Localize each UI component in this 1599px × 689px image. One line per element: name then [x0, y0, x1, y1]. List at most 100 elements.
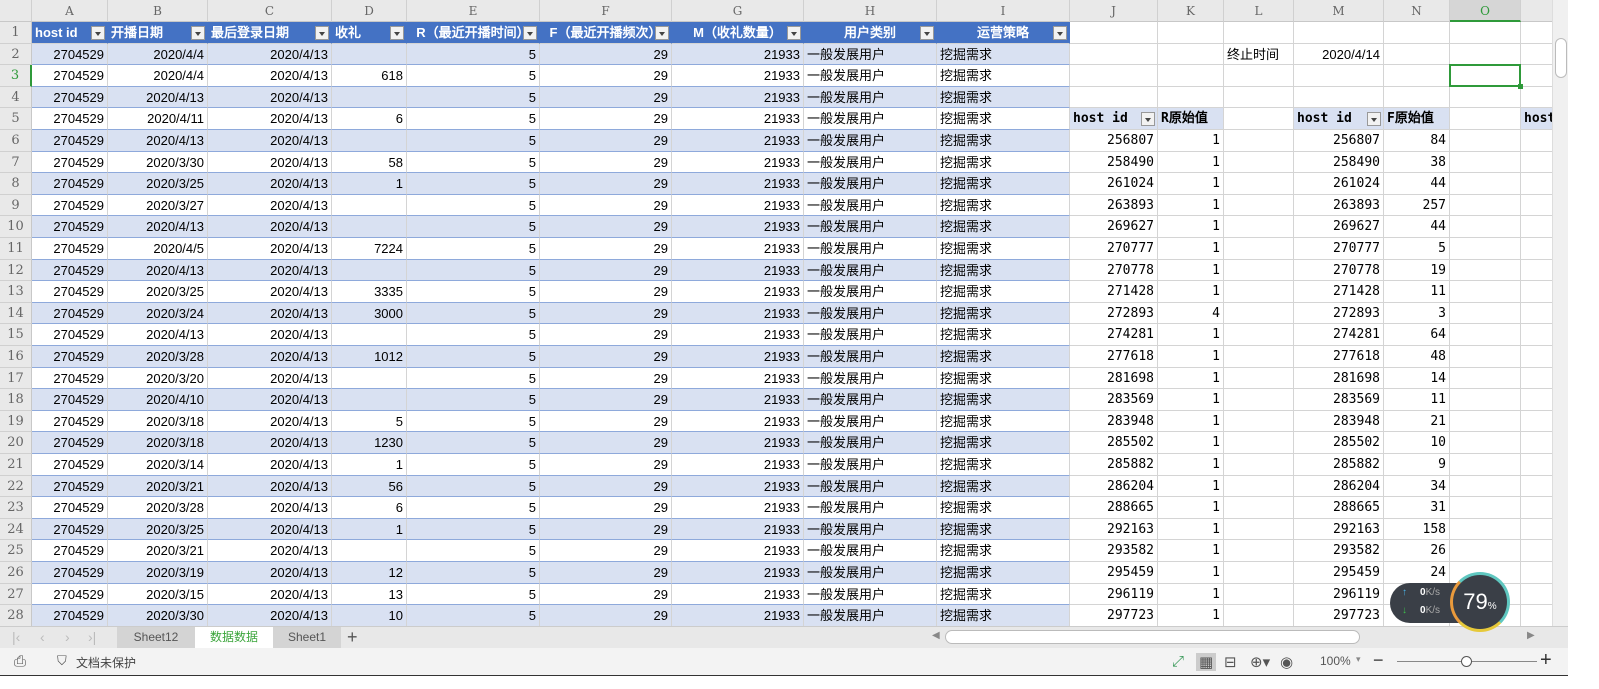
- cell[interactable]: [1224, 65, 1294, 87]
- f-table-id-cell[interactable]: 285502: [1294, 432, 1384, 454]
- table-cell[interactable]: 2020/4/13: [208, 432, 332, 454]
- table-cell[interactable]: 挖掘需求: [937, 259, 1070, 282]
- f-table-value-cell[interactable]: 11: [1384, 389, 1450, 411]
- table-cell[interactable]: [332, 324, 407, 346]
- cell[interactable]: [1521, 476, 1552, 498]
- table-cell[interactable]: [332, 259, 407, 282]
- table-cell[interactable]: 一般发展用户: [804, 302, 937, 325]
- row-header-24[interactable]: 24: [0, 518, 32, 541]
- cell[interactable]: [1521, 152, 1552, 174]
- cell[interactable]: [1450, 259, 1521, 282]
- table-cell[interactable]: 2020/4/13: [208, 130, 332, 152]
- row-header-28[interactable]: 28: [0, 605, 32, 626]
- table-cell[interactable]: 5: [407, 194, 540, 217]
- table-cell[interactable]: 5: [407, 562, 540, 584]
- cell[interactable]: [1450, 432, 1521, 454]
- add-sheet-button[interactable]: +: [347, 627, 358, 648]
- table-cell[interactable]: 29: [540, 367, 672, 390]
- table-cell[interactable]: 21933: [672, 518, 804, 541]
- f-table-id-cell[interactable]: 296119: [1294, 583, 1384, 606]
- f-table-id-cell[interactable]: 286204: [1294, 475, 1384, 498]
- table-cell[interactable]: 5: [407, 151, 540, 174]
- table-cell[interactable]: 2704529: [32, 151, 108, 174]
- cell[interactable]: [1224, 238, 1294, 260]
- cell[interactable]: [1294, 65, 1384, 87]
- table-cell[interactable]: 挖掘需求: [937, 238, 1070, 260]
- column-header-l[interactable]: L: [1224, 0, 1294, 22]
- table-cell[interactable]: 2704529: [32, 86, 108, 109]
- table-cell[interactable]: 5: [407, 540, 540, 562]
- f-table-id-cell[interactable]: 258490: [1294, 151, 1384, 174]
- table-cell[interactable]: 2020/4/13: [108, 324, 208, 346]
- cell[interactable]: [1450, 173, 1521, 195]
- r-table-id-cell[interactable]: 270777: [1070, 238, 1158, 260]
- next-sheet-icon[interactable]: ›: [65, 629, 70, 645]
- cell[interactable]: [1224, 194, 1294, 217]
- filter-dropdown-icon[interactable]: [390, 26, 404, 40]
- row-header-16[interactable]: 16: [0, 346, 32, 368]
- cell[interactable]: [1224, 367, 1294, 390]
- cell[interactable]: [1224, 410, 1294, 433]
- table-cell[interactable]: 29: [540, 130, 672, 152]
- table-cell[interactable]: 2020/4/4: [108, 43, 208, 66]
- table-cell[interactable]: 5: [407, 43, 540, 66]
- table-cell[interactable]: 2020/3/21: [108, 475, 208, 498]
- table-cell[interactable]: 2704529: [32, 216, 108, 238]
- cell[interactable]: [1224, 518, 1294, 541]
- row-header-14[interactable]: 14: [0, 302, 32, 325]
- f-table-id-cell[interactable]: 283569: [1294, 389, 1384, 411]
- cell[interactable]: [1521, 324, 1552, 346]
- table-cell[interactable]: 29: [540, 43, 672, 66]
- table-cell[interactable]: [332, 194, 407, 217]
- cell[interactable]: [1521, 346, 1552, 368]
- table-cell[interactable]: 21933: [672, 43, 804, 66]
- table-cell[interactable]: 6: [332, 108, 407, 130]
- cell[interactable]: [1224, 346, 1294, 368]
- f-table-value-cell[interactable]: 44: [1384, 216, 1450, 238]
- f-table-id-cell[interactable]: 274281: [1294, 324, 1384, 346]
- table-cell[interactable]: 29: [540, 238, 672, 260]
- table-cell[interactable]: 2020/3/21: [108, 540, 208, 562]
- prev-sheet-icon[interactable]: ‹: [40, 629, 45, 645]
- table-cell[interactable]: 2704529: [32, 454, 108, 476]
- r-table-id-cell[interactable]: 295459: [1070, 562, 1158, 584]
- table-cell[interactable]: 2020/4/13: [208, 562, 332, 584]
- cell[interactable]: [1450, 475, 1521, 498]
- table-cell[interactable]: 29: [540, 475, 672, 498]
- cell[interactable]: [1224, 497, 1294, 519]
- table-cell[interactable]: 挖掘需求: [937, 410, 1070, 433]
- cell[interactable]: [1224, 432, 1294, 454]
- table-cell[interactable]: 2704529: [32, 130, 108, 152]
- f-table-id-cell[interactable]: 295459: [1294, 562, 1384, 584]
- cell[interactable]: [1450, 389, 1521, 411]
- table-cell[interactable]: 2020/4/13: [208, 583, 332, 606]
- column-filter-header[interactable]: R（最近开播时间）: [407, 22, 540, 44]
- table-cell[interactable]: 2020/3/14: [108, 454, 208, 476]
- cell[interactable]: [1070, 86, 1158, 109]
- table-cell[interactable]: 21933: [672, 259, 804, 282]
- cell[interactable]: [1224, 151, 1294, 174]
- table-cell[interactable]: 2020/3/18: [108, 410, 208, 433]
- table-cell[interactable]: 2020/3/27: [108, 194, 208, 217]
- f-table-value-cell[interactable]: 11: [1384, 281, 1450, 303]
- table-cell[interactable]: 5: [407, 475, 540, 498]
- table-cell[interactable]: 29: [540, 432, 672, 454]
- r-table-id-cell[interactable]: 277618: [1070, 346, 1158, 368]
- table-cell[interactable]: 挖掘需求: [937, 583, 1070, 606]
- table-cell[interactable]: 1: [332, 518, 407, 541]
- fullscreen-icon[interactable]: ⤢: [1172, 653, 1184, 670]
- table-cell[interactable]: [332, 367, 407, 390]
- table-cell[interactable]: 29: [540, 302, 672, 325]
- table-cell[interactable]: 挖掘需求: [937, 367, 1070, 390]
- table-cell[interactable]: 21933: [672, 151, 804, 174]
- table-cell[interactable]: 2020/4/13: [208, 216, 332, 238]
- table-cell[interactable]: 一般发展用户: [804, 281, 937, 303]
- r-table-value-cell[interactable]: 1: [1158, 216, 1224, 238]
- table-cell[interactable]: 2704529: [32, 562, 108, 584]
- table-cell[interactable]: 2704529: [32, 410, 108, 433]
- table-cell[interactable]: 挖掘需求: [937, 86, 1070, 109]
- table-cell[interactable]: 21933: [672, 65, 804, 87]
- table-cell[interactable]: 29: [540, 518, 672, 541]
- first-sheet-icon[interactable]: |‹: [12, 629, 20, 645]
- table-cell[interactable]: 2020/4/13: [208, 410, 332, 433]
